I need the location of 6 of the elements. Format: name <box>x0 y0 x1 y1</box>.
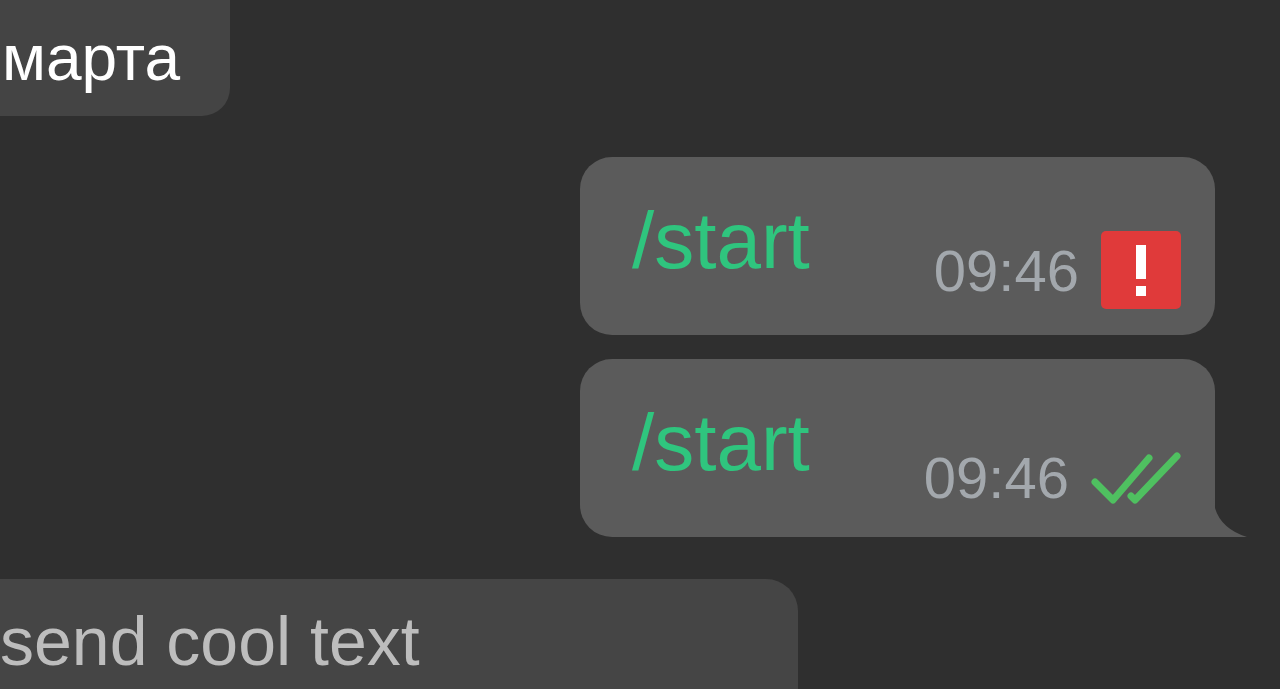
message-time: 09:46 <box>933 236 1079 304</box>
message-time: 09:46 <box>923 444 1069 511</box>
message-text: send cool text <box>0 607 420 675</box>
date-badge: марта <box>0 0 230 116</box>
command-text: /start <box>632 201 810 281</box>
command-text: /start <box>632 403 810 483</box>
